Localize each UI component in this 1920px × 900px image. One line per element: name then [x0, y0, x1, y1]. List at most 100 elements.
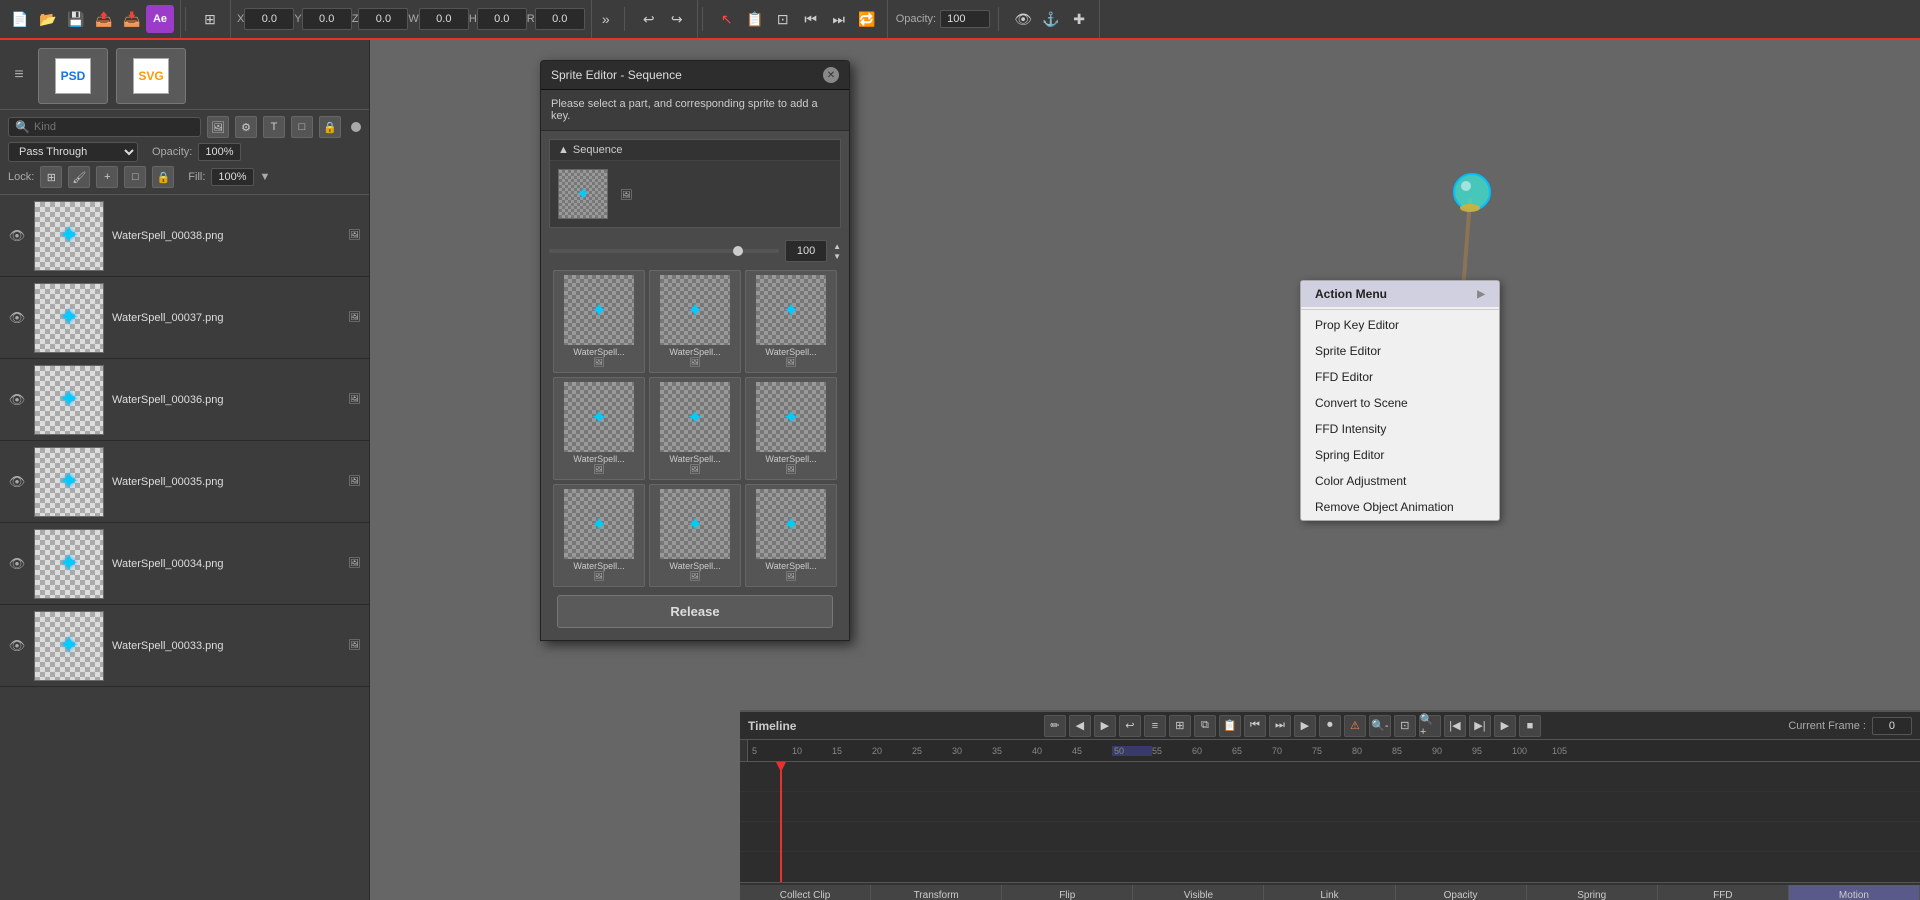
layer-visibility-toggle[interactable]: 👁 [8, 227, 26, 245]
tl-back-btn[interactable]: ↩ [1119, 715, 1141, 737]
search-box[interactable]: 🔍 [8, 117, 201, 137]
loop-icon[interactable]: 🔁 [853, 5, 881, 33]
blend-mode-select[interactable]: Pass Through [8, 142, 138, 162]
panel-icon-btn-4[interactable]: □ [291, 116, 313, 138]
tl-frame-fwd[interactable]: ▶| [1469, 715, 1491, 737]
tl-list-btn[interactable]: ≡ [1144, 715, 1166, 737]
layer-item[interactable]: 👁 ✦ WaterSpell_00034.png 🖼 [0, 523, 369, 605]
tl-zoom-reset-btn[interactable]: ⊡ [1394, 715, 1416, 737]
sprite-cell[interactable]: ✦ WaterSpell... 🖼 [649, 377, 741, 480]
flip-btn[interactable]: Flip [1002, 885, 1133, 900]
x-input[interactable] [244, 8, 294, 30]
lock-position-btn[interactable]: ⊞ [40, 166, 62, 188]
export-icon[interactable]: 📤 [90, 5, 118, 33]
ae-icon[interactable]: Ae [146, 5, 174, 33]
panel-menu-icon[interactable]: ≡ [8, 64, 30, 86]
current-frame-input[interactable] [1872, 717, 1912, 735]
tl-move-prev[interactable]: ⏮ [1244, 715, 1266, 737]
slider-up[interactable]: ▲ [833, 242, 841, 251]
layer-item[interactable]: 👁 ✦ WaterSpell_00035.png 🖼 [0, 441, 369, 523]
layer-item[interactable]: 👁 ✦ WaterSpell_00037.png 🖼 [0, 277, 369, 359]
tl-prev-btn[interactable]: ◀ [1069, 715, 1091, 737]
context-menu-item-action-menu[interactable]: Action Menu ▶ [1301, 281, 1499, 307]
w-input[interactable] [419, 8, 469, 30]
layer-item[interactable]: 👁 ✦ WaterSpell_00038.png 🖼 [0, 195, 369, 277]
panel-icon-btn-3[interactable]: T [263, 116, 285, 138]
plus-icon[interactable]: ✚ [1065, 5, 1093, 33]
undo-icon[interactable]: ↩ [635, 5, 663, 33]
context-menu-item-remove-anim[interactable]: Remove Object Animation [1301, 494, 1499, 520]
transform-btn[interactable]: Transform [871, 885, 1002, 900]
cursor-icon[interactable]: ↖ [713, 5, 741, 33]
sprite-cell[interactable]: ✦ WaterSpell... 🖼 [745, 270, 837, 373]
tl-paste-btn[interactable]: 📋 [1219, 715, 1241, 737]
opacity-value[interactable]: 100% [198, 143, 240, 161]
layer-visibility-toggle[interactable]: 👁 [8, 391, 26, 409]
layer-visibility-toggle[interactable]: 👁 [8, 309, 26, 327]
search-input[interactable] [34, 121, 94, 133]
collapse-icon[interactable]: ▲ [558, 144, 569, 156]
tl-next-btn[interactable]: ▶ [1094, 715, 1116, 737]
lock-artboard-btn[interactable]: □ [124, 166, 146, 188]
spring-btn[interactable]: Spring [1527, 885, 1658, 900]
sprite-cell[interactable]: ✦ WaterSpell... 🖼 [745, 377, 837, 480]
save-icon[interactable]: 💾 [62, 5, 90, 33]
slider-track[interactable] [549, 249, 779, 253]
tl-grid-btn[interactable]: ⊞ [1169, 715, 1191, 737]
h-input[interactable] [477, 8, 527, 30]
import-icon[interactable]: 📥 [118, 5, 146, 33]
context-menu-item-color[interactable]: Color Adjustment [1301, 468, 1499, 494]
lock-brush-btn[interactable]: 🖌 [68, 166, 90, 188]
tl-record-btn[interactable]: ⏺ [1319, 715, 1341, 737]
context-menu-item-convert[interactable]: Convert to Scene [1301, 390, 1499, 416]
more-tools-icon[interactable]: » [592, 5, 620, 33]
link-btn[interactable]: Link [1264, 885, 1395, 900]
playback-prev-icon[interactable]: ⏮ [797, 5, 825, 33]
sprite-cell[interactable]: ✦ WaterSpell... 🖼 [553, 270, 645, 373]
tl-move-next[interactable]: ⏭ [1269, 715, 1291, 737]
redo-icon[interactable]: ↪ [663, 5, 691, 33]
context-menu-item-prop-key[interactable]: Prop Key Editor [1301, 312, 1499, 338]
panel-icon-btn-1[interactable]: 🖼 [207, 116, 229, 138]
slider-stepper[interactable]: ▲ ▼ [833, 242, 841, 261]
anchor-icon[interactable]: ⚓ [1037, 5, 1065, 33]
tl-frame-back[interactable]: |◀ [1444, 715, 1466, 737]
panel-icon-btn-5[interactable]: 🔒 [319, 116, 341, 138]
ffd-btn[interactable]: FFD [1658, 885, 1789, 900]
panel-icon-btn-2[interactable]: ⚙ [235, 116, 257, 138]
lock-all-btn[interactable]: 🔒 [152, 166, 174, 188]
tl-copy-btn[interactable]: ⧉ [1194, 715, 1216, 737]
opacity-input[interactable] [940, 10, 990, 28]
tl-edit-btn[interactable]: ✏ [1044, 715, 1066, 737]
tl-error-btn[interactable]: ⚠ [1344, 715, 1366, 737]
collect-clip-btn[interactable]: Collect Clip [740, 885, 871, 900]
slider-down[interactable]: ▼ [833, 252, 841, 261]
motion-btn[interactable]: Motion [1789, 885, 1920, 900]
slider-knob[interactable] [733, 246, 743, 256]
z-input[interactable] [358, 8, 408, 30]
layer-visibility-toggle[interactable]: 👁 [8, 637, 26, 655]
open-file-icon[interactable]: 📂 [34, 5, 62, 33]
playback-next-icon[interactable]: ⏭ [825, 5, 853, 33]
layer-visibility-toggle[interactable]: 👁 [8, 555, 26, 573]
layer-item[interactable]: 👁 ✦ WaterSpell_00033.png 🖼 [0, 605, 369, 687]
y-input[interactable] [302, 8, 352, 30]
layer-item[interactable]: 👁 ✦ WaterSpell_00036.png 🖼 [0, 359, 369, 441]
sprite-cell[interactable]: ✦ WaterSpell... 🖼 [745, 484, 837, 587]
grid-icon[interactable]: ⊞ [196, 5, 224, 33]
sprite-cell[interactable]: ✦ WaterSpell... 🖼 [649, 484, 741, 587]
track-area[interactable] [740, 762, 1920, 882]
r-input[interactable] [535, 8, 585, 30]
context-menu-item-spring[interactable]: Spring Editor [1301, 442, 1499, 468]
visible-btn[interactable]: Visible [1133, 885, 1264, 900]
sprite-cell[interactable]: ✦ WaterSpell... 🖼 [649, 270, 741, 373]
view-icon[interactable]: 👁 [1009, 5, 1037, 33]
context-menu-item-ffd[interactable]: FFD Editor [1301, 364, 1499, 390]
lock-transform-btn[interactable]: + [96, 166, 118, 188]
svg-icon-box[interactable]: SVG [116, 48, 186, 104]
layer-visibility-toggle[interactable]: 👁 [8, 473, 26, 491]
psd-icon-box[interactable]: PSD [38, 48, 108, 104]
opacity-btn[interactable]: Opacity [1396, 885, 1527, 900]
sprite-cell[interactable]: ✦ WaterSpell... 🖼 [553, 484, 645, 587]
fill-value[interactable]: 100% [211, 168, 253, 186]
